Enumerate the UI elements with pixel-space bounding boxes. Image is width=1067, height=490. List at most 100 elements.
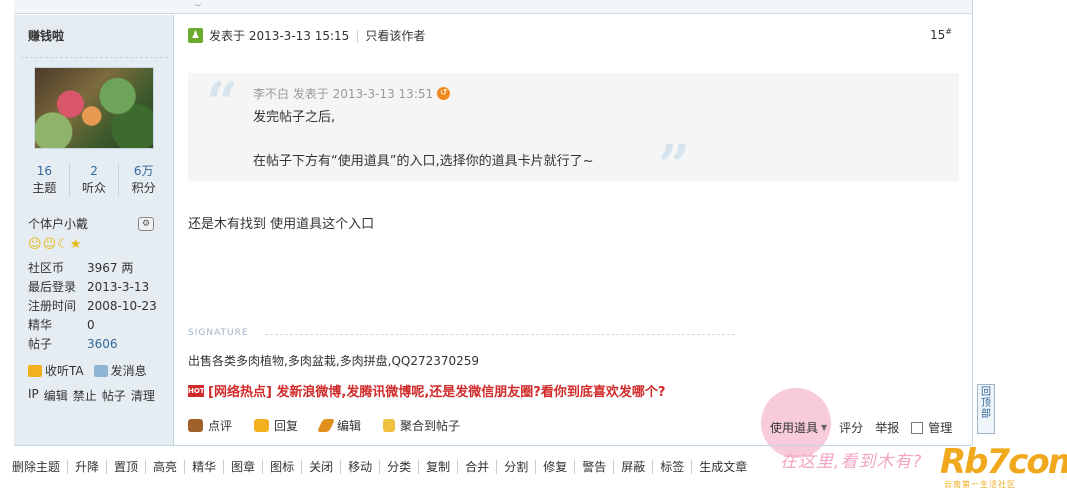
post-body: ♟ 发表于 2013-3-13 15:15 | 只看该作者 15# “ 李不白 …	[175, 15, 972, 458]
reply-icon	[254, 419, 270, 432]
watermark-logo: Rb7com	[940, 442, 1067, 482]
quote-meta: 李不白 发表于 2013-3-13 13:51 ↺	[253, 85, 451, 102]
manage-label: 管理	[928, 421, 953, 435]
avatar[interactable]	[34, 67, 154, 149]
hot-topic-text: [网络热点] 发新浪微博,发腾讯微博呢,还是发微信朋友圈?看你到底喜欢发哪个?	[208, 385, 666, 400]
quote-author-time: 李不白 发表于 2013-3-13 13:51	[253, 87, 434, 101]
post-time: 发表于 2013-3-13 15:15	[209, 29, 350, 43]
aggregate-button[interactable]: 聚合到帖子	[383, 417, 460, 434]
post-count-link[interactable]: 3606	[87, 335, 118, 354]
admin-edit-link[interactable]: 编辑	[44, 387, 68, 404]
use-tool-dropdown[interactable]: 使用道具 ▼	[770, 419, 827, 436]
jump-to-quote-icon[interactable]: ↺	[437, 87, 451, 100]
divider	[14, 445, 972, 446]
info-row: 帖子 3606	[28, 335, 157, 354]
mod-merge[interactable]: 合并	[458, 460, 498, 474]
mod-delete-thread[interactable]: 删除主题	[12, 460, 69, 474]
back-to-top-button[interactable]: 回顶部	[977, 384, 995, 434]
stat-value: 16	[36, 164, 52, 178]
mod-block[interactable]: 屏蔽	[614, 460, 654, 474]
watermark-tagline: 云南第一生活社区	[944, 480, 1016, 489]
pencil-icon	[317, 419, 336, 432]
mod-icon[interactable]: 图标	[263, 460, 303, 474]
mod-highlight[interactable]: 高亮	[146, 460, 186, 474]
mod-copy[interactable]: 复制	[419, 460, 459, 474]
mod-bump[interactable]: 升降	[68, 460, 108, 474]
aggregate-label: 聚合到帖子	[400, 419, 461, 433]
stat-label: 积分	[131, 181, 156, 195]
floor-mark: #	[945, 27, 952, 36]
mod-warn[interactable]: 警告	[575, 460, 615, 474]
author-stats: 16 主题 2 听众 6万 积分	[20, 163, 168, 197]
divider: |	[355, 28, 360, 43]
use-tool-label: 使用道具	[770, 421, 819, 435]
signature-label: SIGNATURE	[188, 328, 249, 338]
author-actions: 收听TA 发消息	[28, 362, 147, 379]
mod-sticky[interactable]: 置顶	[107, 460, 147, 474]
moon-medal-icon: ☾	[57, 237, 69, 252]
star-medal-icon: ★	[69, 237, 82, 252]
stat-points[interactable]: 6万 积分	[119, 163, 168, 197]
stat-value: 2	[90, 164, 98, 178]
info-key: 社区币	[28, 261, 65, 275]
stat-label: 主题	[32, 181, 57, 195]
author-info: 社区币 3967 两 最后登录 2013-3-13 注册时间 2008-10-23 精…	[28, 259, 157, 354]
info-row: 社区币 3967 两	[28, 259, 157, 278]
admin-ip-link[interactable]: IP	[28, 387, 39, 404]
follow-button[interactable]: 收听TA	[28, 362, 84, 379]
rate-button[interactable]: 评分	[839, 419, 863, 436]
author-name[interactable]: 赚钱啦	[28, 27, 64, 44]
stat-value: 6万	[133, 164, 154, 178]
mod-tags[interactable]: 标签	[653, 460, 693, 474]
chevron-down-icon: ▼	[821, 423, 828, 432]
divider	[20, 57, 168, 58]
mod-stamp[interactable]: 图章	[224, 460, 264, 474]
mod-generate-article[interactable]: 生成文章	[692, 460, 754, 474]
edit-button[interactable]: 编辑	[317, 417, 362, 434]
admin-clean-link[interactable]: 清理	[131, 387, 155, 404]
stat-label: 听众	[82, 181, 107, 195]
mod-category[interactable]: 分类	[380, 460, 420, 474]
stat-followers[interactable]: 2 听众	[70, 163, 120, 197]
post-header: ♟ 发表于 2013-3-13 15:15 | 只看该作者	[188, 27, 425, 44]
quote-line: 在帖子下方有“使用道具”的入口,选择你的道具卡片就行了~	[253, 154, 594, 169]
comment-button[interactable]: 点评	[188, 417, 232, 434]
admin-links: IP 编辑 禁止 帖子 清理	[28, 387, 155, 404]
author-sidebar: 赚钱啦 16 主题 2 听众 6万 积分 个体户小戴 ⚙ ☺ ☺ ☾ ★ 社区币…	[14, 15, 174, 445]
divider	[265, 334, 735, 335]
mod-split[interactable]: 分割	[497, 460, 537, 474]
open-quote-icon: “	[206, 70, 239, 136]
mod-digest[interactable]: 精华	[185, 460, 225, 474]
info-key: 精华	[28, 318, 53, 332]
mod-move[interactable]: 移动	[341, 460, 381, 474]
quote-line: 发完帖子之后,	[253, 110, 336, 125]
floor-number[interactable]: 15#	[930, 27, 952, 42]
reply-button[interactable]: 回复	[254, 417, 298, 434]
moderation-toolbar: 删除主题 升降 置顶 高亮 精华 图章 图标 关闭 移动 分类 复制 合并 分割…	[12, 460, 754, 474]
divider	[972, 0, 973, 445]
mod-repair[interactable]: 修复	[536, 460, 576, 474]
manage-checkbox[interactable]	[911, 421, 924, 434]
admin-posts-link[interactable]: 帖子	[102, 387, 126, 404]
top-strip	[14, 0, 972, 14]
info-key: 最后登录	[28, 280, 77, 294]
info-key: 帖子	[28, 337, 53, 351]
info-key: 注册时间	[28, 299, 77, 313]
edit-label: 编辑	[337, 419, 362, 433]
rank-info-icon[interactable]: ⚙	[138, 217, 154, 231]
follow-label: 收听TA	[45, 364, 84, 378]
post-tools: 使用道具 ▼ 评分 举报 管理	[770, 419, 952, 436]
manage-toggle[interactable]: 管理	[911, 419, 952, 436]
info-row: 精华 0	[28, 316, 157, 335]
only-author-link[interactable]: 只看该作者	[365, 27, 425, 44]
report-button[interactable]: 举报	[875, 419, 899, 436]
mod-close[interactable]: 关闭	[302, 460, 342, 474]
document-icon	[383, 419, 396, 432]
message-button[interactable]: 发消息	[93, 362, 147, 379]
admin-ban-link[interactable]: 禁止	[73, 387, 97, 404]
post-content: 还是木有找到 使用道具这个入口	[188, 217, 375, 232]
info-value: 2013-3-13	[87, 280, 150, 294]
hot-topic-link[interactable]: HOT [网络热点] 发新浪微博,发腾讯微博呢,还是发微信朋友圈?看你到底喜欢发…	[188, 381, 665, 400]
user-rank: 个体户小戴	[28, 217, 89, 231]
stat-threads[interactable]: 16 主题	[20, 163, 70, 197]
